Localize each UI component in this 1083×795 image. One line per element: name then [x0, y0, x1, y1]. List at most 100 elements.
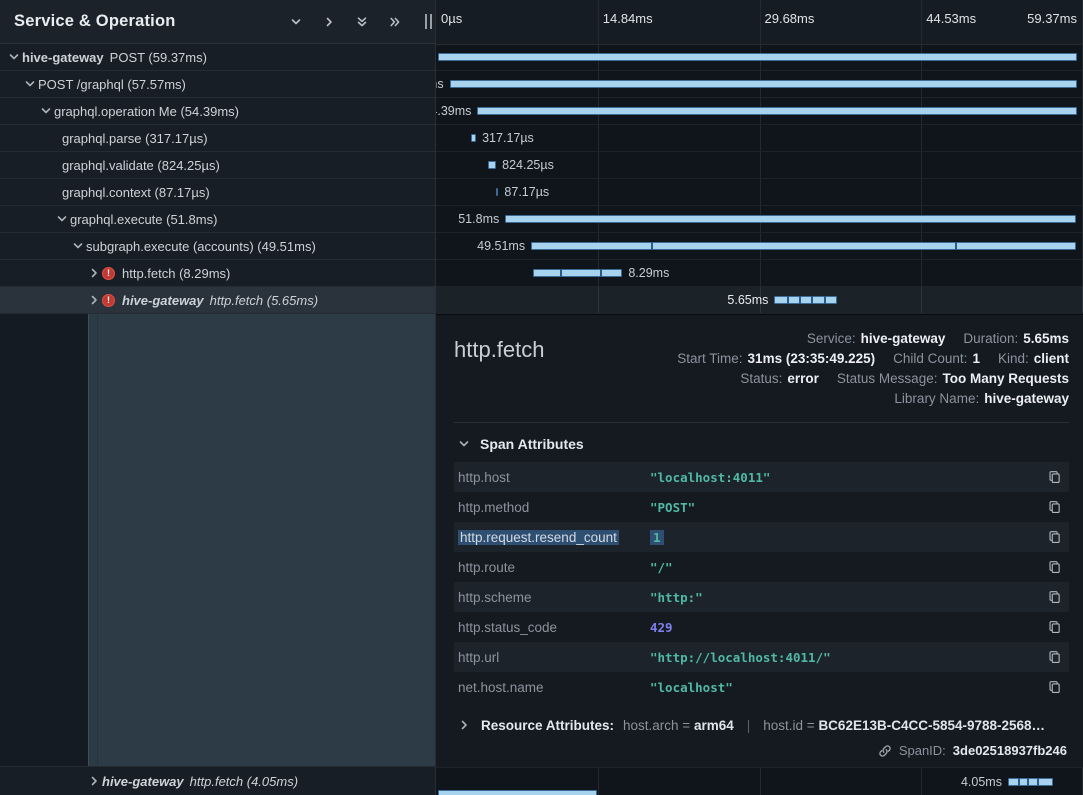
chevron-right-icon[interactable]	[86, 265, 102, 281]
service-name: hive-gateway	[22, 50, 104, 65]
chevron-right-icon[interactable]	[86, 773, 102, 789]
copy-icon[interactable]	[1041, 620, 1061, 634]
span-bar[interactable]	[477, 107, 1076, 115]
copy-icon[interactable]	[1041, 530, 1061, 544]
ruler-tick: 0µs	[441, 11, 462, 26]
metadata-value: hive-gateway	[984, 391, 1069, 406]
duration-label: 54.39ms	[436, 104, 471, 118]
tree-row[interactable]: !http.fetch (8.29ms)	[0, 260, 435, 287]
duration-label: 8.29ms	[628, 266, 669, 280]
span-bar[interactable]	[1008, 778, 1053, 786]
timeline-row[interactable]: 317.17µs	[436, 125, 1083, 152]
metadata-value: Too Many Requests	[942, 371, 1069, 386]
tree-row[interactable]: !hive-gatewayhttp.fetch (5.65ms)	[0, 287, 435, 314]
timeline-row[interactable]: 5.65ms	[436, 287, 1083, 314]
chevron-down-icon[interactable]	[288, 14, 304, 30]
chevron-down-icon[interactable]	[6, 49, 22, 65]
span-bar[interactable]	[488, 161, 496, 169]
chevron-down-icon[interactable]	[38, 103, 54, 119]
ruler-tick: 59.37ms	[1027, 11, 1077, 26]
panel-resize-handle[interactable]	[425, 14, 432, 29]
timeline-row[interactable]: 57.57ms	[436, 71, 1083, 98]
span-attributes-table: http.host"localhost:4011"http.method"POS…	[454, 462, 1069, 702]
tree-row[interactable]: hive-gatewayhttp.fetch (4.05ms)	[0, 766, 435, 795]
timeline-row[interactable]: 824.25µs	[436, 152, 1083, 179]
timeline-row[interactable]	[436, 44, 1083, 71]
tree-row[interactable]: hive-gatewayPOST (59.37ms)	[0, 44, 435, 71]
span-bar[interactable]	[471, 134, 476, 142]
resource-attribute-value: arm64	[694, 718, 734, 733]
metadata-key: Start Time:	[677, 351, 742, 366]
attribute-key: net.host.name	[458, 680, 650, 695]
tree-row[interactable]: POST /graphql (57.57ms)	[0, 71, 435, 98]
tree-controls	[288, 14, 425, 30]
attribute-row[interactable]: http.status_code429	[454, 612, 1069, 642]
tree-row[interactable]: graphql.operation Me (54.39ms)	[0, 98, 435, 125]
span-bar[interactable]	[774, 296, 837, 304]
attribute-row[interactable]: http.host"localhost:4011"	[454, 462, 1069, 492]
copy-icon[interactable]	[1041, 650, 1061, 664]
grid-line	[760, 768, 761, 795]
resource-attributes-row[interactable]: Resource Attributes:host.arch = arm64|ho…	[454, 702, 1069, 733]
copy-icon[interactable]	[1041, 500, 1061, 514]
attribute-row[interactable]: http.url"http://localhost:4011/"	[454, 642, 1069, 672]
service-name: hive-gateway	[102, 774, 184, 789]
metadata-key: Status Message:	[837, 371, 938, 386]
timeline-row[interactable]: 87.17µs	[436, 179, 1083, 206]
duration-label: 4.05ms	[961, 775, 1002, 789]
span-detail-header: http.fetch Service:hive-gatewayDuration:…	[454, 327, 1069, 406]
tree-row[interactable]: graphql.execute (51.8ms)	[0, 206, 435, 233]
tree-row[interactable]: graphql.parse (317.17µs)	[0, 125, 435, 152]
resource-attribute: host.arch = arm64	[623, 718, 734, 733]
span-bar[interactable]	[438, 53, 1077, 61]
copy-icon[interactable]	[1041, 470, 1061, 484]
resource-attributes-title: Resource Attributes:	[481, 718, 614, 733]
span-bar[interactable]	[531, 242, 1076, 250]
span-bar[interactable]	[496, 188, 498, 196]
chevron-right-icon[interactable]	[86, 292, 102, 308]
attribute-row[interactable]: http.method"POST"	[454, 492, 1069, 522]
tree-row[interactable]: graphql.validate (824.25µs)	[0, 152, 435, 179]
attribute-row[interactable]: http.request.resend_count1	[454, 522, 1069, 552]
resource-attribute-value: BC62E13B-C4CC-5854-9788-2568…	[818, 718, 1045, 733]
timeline-row[interactable]: 49.51ms	[436, 233, 1083, 260]
metadata-line: Library Name:hive-gateway	[894, 391, 1069, 406]
span-attributes-toggle[interactable]: Span Attributes	[454, 423, 1069, 462]
span-bar[interactable]	[438, 790, 597, 795]
attribute-key: http.request.resend_count	[458, 530, 650, 545]
ruler-tick: 29.68ms	[765, 11, 815, 26]
chevron-down-icon[interactable]	[54, 211, 70, 227]
timeline-row[interactable]: 54.39ms	[436, 98, 1083, 125]
link-icon[interactable]	[878, 744, 892, 758]
double-chevron-right-icon[interactable]	[387, 14, 403, 30]
attribute-row[interactable]: http.route"/"	[454, 552, 1069, 582]
tree-row[interactable]: graphql.context (87.17µs)	[0, 179, 435, 206]
chevron-right-icon[interactable]	[321, 14, 337, 30]
chevron-down-icon[interactable]	[70, 238, 86, 254]
metadata-line: Status:errorStatus Message:Too Many Requ…	[740, 371, 1069, 386]
attribute-row[interactable]: net.host.name"localhost"	[454, 672, 1069, 702]
metadata-line: Service:hive-gatewayDuration:5.65ms	[807, 331, 1069, 346]
span-id-row: SpanID: 3de02518937fb246	[878, 743, 1067, 758]
span-bar[interactable]	[505, 215, 1076, 223]
span-name: http.fetch	[454, 337, 545, 363]
metadata-value: client	[1034, 351, 1069, 366]
span-attributes-title: Span Attributes	[480, 436, 584, 452]
double-chevron-down-icon[interactable]	[354, 14, 370, 30]
timeline-panel: 0µs14.84ms29.68ms44.53ms59.37ms 57.57ms5…	[436, 0, 1083, 795]
chevron-down-icon[interactable]	[22, 76, 38, 92]
copy-icon[interactable]	[1041, 560, 1061, 574]
child-span-tick	[600, 269, 602, 277]
metadata-line: Start Time:31ms (23:35:49.225)Child Coun…	[677, 351, 1069, 366]
span-bar[interactable]	[533, 269, 622, 277]
span-bar[interactable]	[450, 80, 1078, 88]
copy-icon[interactable]	[1041, 680, 1061, 694]
metadata-pair: Start Time:31ms (23:35:49.225)	[677, 351, 875, 366]
timeline-row[interactable]: 8.29ms	[436, 260, 1083, 287]
tree-row[interactable]: subgraph.execute (accounts) (49.51ms)	[0, 233, 435, 260]
attribute-row[interactable]: http.scheme"http:"	[454, 582, 1069, 612]
timeline-row[interactable]: 51.8ms	[436, 206, 1083, 233]
span-label: graphql.operation Me (54.39ms)	[54, 104, 239, 119]
span-id-value: 3de02518937fb246	[953, 743, 1067, 758]
copy-icon[interactable]	[1041, 590, 1061, 604]
